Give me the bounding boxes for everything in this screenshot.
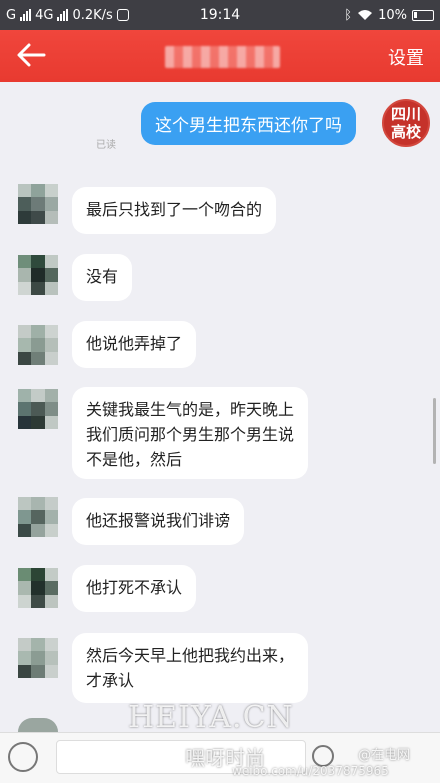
site-watermark: HEIYA.CN bbox=[128, 700, 294, 735]
voice-icon[interactable] bbox=[8, 742, 38, 772]
received-message-bubble[interactable]: 他还报警说我们诽谤 bbox=[72, 498, 245, 545]
message-line: 然后今天早上他把我约出来， bbox=[86, 646, 295, 665]
contact-avatar[interactable] bbox=[18, 184, 58, 224]
status-bar: G 4G 0.2K/s 19:14 ᛒ 10% bbox=[0, 0, 440, 30]
received-message-bubble[interactable]: 然后今天早上他把我约出来， 才承认 bbox=[72, 633, 309, 703]
message-line: 不是他，然后 bbox=[86, 450, 183, 469]
avatar-char: 校 bbox=[406, 122, 422, 141]
chat-header: 设置 bbox=[0, 30, 440, 82]
avatar-char: 四 bbox=[390, 104, 406, 123]
message-line: 我们质问那个男生那个男生说 bbox=[86, 425, 295, 444]
message-line: 才承认 bbox=[86, 671, 135, 690]
scrollbar[interactable] bbox=[433, 398, 436, 464]
contact-avatar[interactable] bbox=[18, 497, 58, 537]
received-message-bubble[interactable]: 关键我最生气的是，昨天晚上 我们质问那个男生那个男生说 不是他，然后 bbox=[72, 387, 309, 479]
contact-avatar-partial[interactable] bbox=[18, 718, 58, 732]
blurred-chat-title bbox=[165, 46, 280, 68]
contact-avatar[interactable] bbox=[18, 568, 58, 608]
message-line: 关键我最生气的是，昨天晚上 bbox=[86, 400, 295, 419]
sent-message-bubble[interactable]: 这个男生把东西还你了吗 bbox=[141, 102, 356, 145]
settings-button[interactable]: 设置 bbox=[388, 44, 424, 70]
contact-avatar[interactable] bbox=[18, 389, 58, 429]
battery-label: 10% bbox=[378, 7, 407, 23]
received-message-bubble[interactable]: 他说他弄掉了 bbox=[72, 321, 197, 368]
self-avatar[interactable]: 四 川 高 校 bbox=[382, 99, 430, 147]
message-line: 他还报警说我们诽谤 bbox=[86, 511, 231, 530]
back-arrow-icon[interactable] bbox=[14, 40, 48, 70]
bluetooth-icon: ᛒ bbox=[344, 7, 353, 23]
received-message-bubble[interactable]: 没有 bbox=[72, 254, 133, 301]
status-right: ᛒ 10% bbox=[344, 0, 434, 30]
battery-icon bbox=[412, 9, 434, 21]
contact-avatar[interactable] bbox=[18, 325, 58, 365]
contact-avatar[interactable] bbox=[18, 638, 58, 678]
message-line: 他打死不承认 bbox=[86, 578, 183, 597]
wifi-icon bbox=[358, 10, 373, 20]
avatar-char: 川 bbox=[406, 104, 422, 123]
received-message-bubble[interactable]: 最后只找到了一个吻合的 bbox=[72, 187, 277, 234]
message-line: 没有 bbox=[86, 267, 119, 286]
url-watermark: weibo.com/u/2037875965 bbox=[232, 764, 389, 778]
source-watermark: @在电网 bbox=[358, 748, 411, 763]
received-message-bubble[interactable]: 他打死不承认 bbox=[72, 565, 197, 612]
avatar-char: 高 bbox=[390, 122, 406, 141]
message-line: 他说他弄掉了 bbox=[86, 334, 183, 353]
contact-avatar[interactable] bbox=[18, 255, 58, 295]
read-receipt: 已读 bbox=[96, 140, 116, 151]
message-line: 最后只找到了一个吻合的 bbox=[86, 200, 263, 219]
